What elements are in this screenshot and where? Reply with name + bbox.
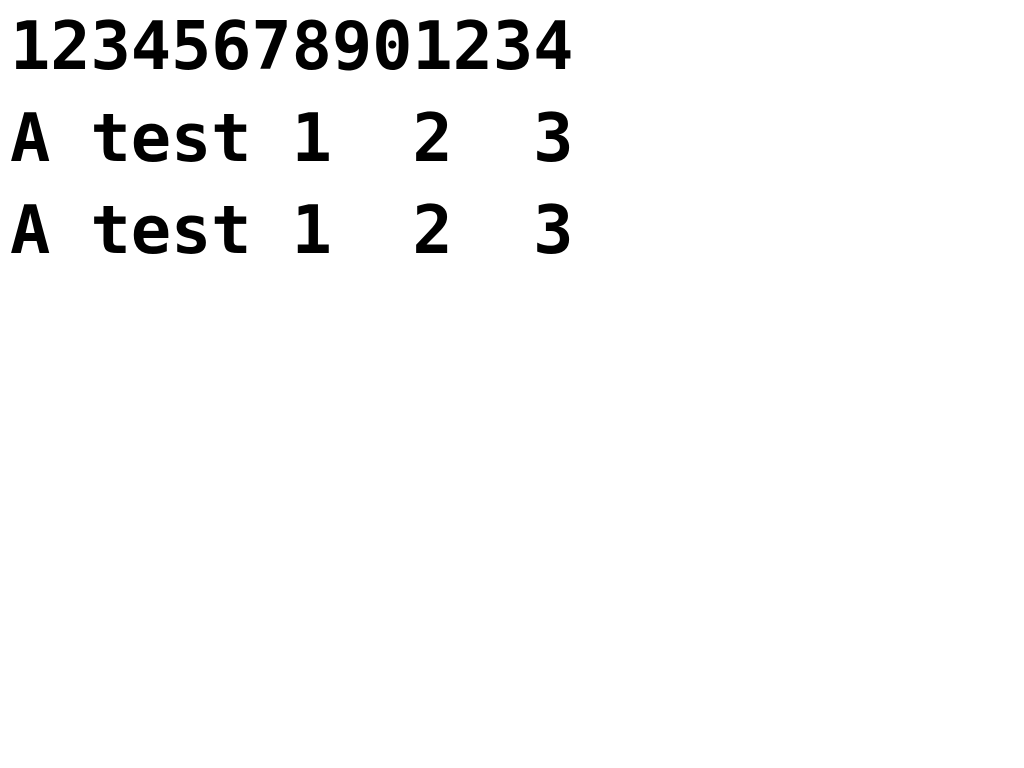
test-line-2: A test 1 2 3 <box>10 191 574 269</box>
ruler-line: 12345678901234 <box>10 7 574 85</box>
text-display: 12345678901234 A test 1 2 3 A test 1 2 3 <box>10 0 1010 276</box>
test-line-1: A test 1 2 3 <box>10 99 574 177</box>
